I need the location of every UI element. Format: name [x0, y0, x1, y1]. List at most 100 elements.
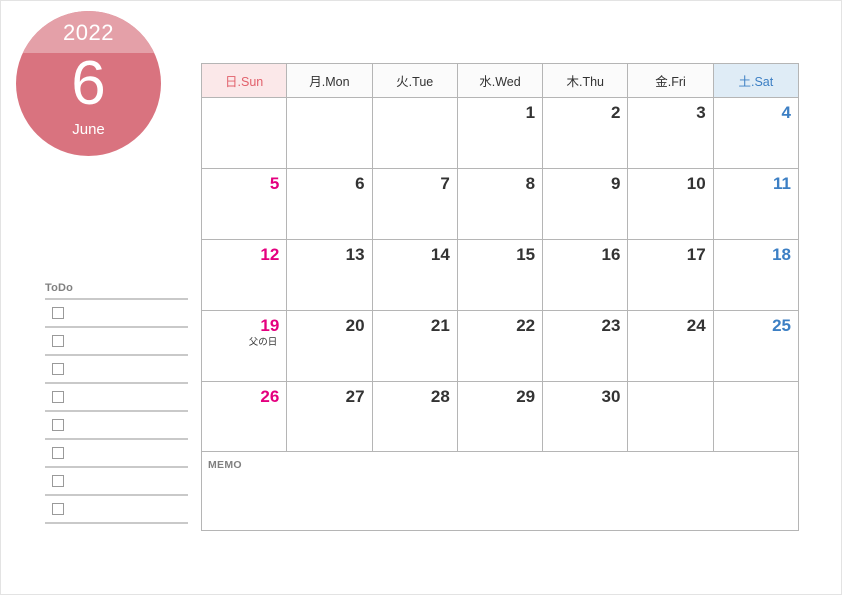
day-cell-10[interactable]: 10 — [627, 168, 714, 240]
day-cell-inner: 2 — [543, 98, 627, 168]
day-cell-5[interactable]: 5 — [200, 168, 288, 240]
day-cell-20[interactable]: 20 — [286, 310, 373, 382]
day-cell-22[interactable]: 22 — [456, 310, 544, 382]
day-number: 21 — [430, 316, 450, 335]
todo-checkbox[interactable] — [52, 419, 64, 431]
calendar-page: 2022 6 June ToDo 日.Sun 月.Mon 火.Tue 水.Wed 木.T… — [0, 0, 842, 595]
day-number: 6 — [355, 174, 365, 193]
day-cell-empty[interactable] — [371, 97, 458, 169]
badge-month-number: 6 — [71, 49, 106, 118]
todo-row[interactable] — [45, 468, 188, 494]
day-number: 2 — [610, 103, 621, 122]
todo-row[interactable] — [45, 384, 188, 410]
day-cell-11[interactable]: 11 — [712, 168, 800, 240]
day-cell-13[interactable]: 13 — [286, 239, 373, 311]
day-number: 28 — [430, 387, 450, 406]
day-cell-4[interactable]: 4 — [712, 97, 800, 169]
day-cell-inner: 10 — [628, 169, 712, 239]
day-cell-empty[interactable] — [712, 381, 800, 453]
day-cell-inner — [202, 98, 286, 168]
todo-row[interactable] — [45, 440, 188, 466]
day-cell-30[interactable]: 30 — [542, 381, 629, 453]
day-cell-inner: 14 — [373, 240, 457, 310]
calendar-week-row: 19 父の日 20 21 22 23 24 25 — [200, 310, 800, 382]
todo-row[interactable] — [45, 496, 188, 522]
day-cell-24[interactable]: 24 — [627, 310, 714, 382]
day-cell-16[interactable]: 16 — [542, 239, 629, 311]
day-cell-12[interactable]: 12 — [200, 239, 288, 311]
todo-row[interactable] — [45, 412, 188, 438]
weekday-header-weekday-3: 水.Wed — [456, 63, 544, 98]
day-note: 父の日 — [248, 337, 278, 348]
day-cell-inner: 22 — [458, 311, 542, 381]
day-cell-2[interactable]: 2 — [542, 97, 629, 169]
todo-checkbox[interactable] — [52, 391, 64, 403]
day-number: 29 — [516, 387, 536, 406]
day-cell-15[interactable]: 15 — [456, 239, 544, 311]
day-cell-1[interactable]: 1 — [456, 97, 544, 169]
day-cell-inner: 21 — [373, 311, 457, 381]
day-cell-empty[interactable] — [200, 97, 288, 169]
day-cell-inner: 4 — [714, 98, 798, 168]
todo-checkbox[interactable] — [52, 475, 64, 487]
todo-list — [45, 298, 188, 524]
day-cell-inner: 6 — [287, 169, 371, 239]
day-cell-8[interactable]: 8 — [456, 168, 544, 240]
day-cell-7[interactable]: 7 — [371, 168, 458, 240]
day-cell-inner: 19 父の日 — [202, 311, 286, 381]
day-cell-9[interactable]: 9 — [542, 168, 629, 240]
day-cell-empty[interactable] — [627, 381, 714, 453]
todo-checkbox[interactable] — [52, 503, 64, 515]
day-cell-23[interactable]: 23 — [542, 310, 629, 382]
day-cell-inner: 11 — [714, 169, 798, 239]
todo-checkbox[interactable] — [52, 307, 64, 319]
day-number: 13 — [345, 245, 365, 264]
day-cell-6[interactable]: 6 — [286, 168, 373, 240]
day-cell-14[interactable]: 14 — [371, 239, 458, 311]
day-cell-17[interactable]: 17 — [627, 239, 714, 311]
day-cell-inner: 17 — [628, 240, 712, 310]
day-cell-18[interactable]: 18 — [712, 239, 800, 311]
todo-checkbox[interactable] — [52, 363, 64, 375]
day-cell-inner: 30 — [543, 382, 627, 452]
todo-checkbox[interactable] — [52, 447, 64, 459]
weekday-header-weekday-1: 月.Mon — [286, 63, 373, 98]
todo-row[interactable] — [45, 328, 188, 354]
day-cell-25[interactable]: 25 — [712, 310, 800, 382]
day-number: 25 — [772, 316, 791, 335]
day-number: 20 — [345, 316, 365, 335]
day-cell-19[interactable]: 19 父の日 — [200, 310, 288, 382]
todo-row[interactable] — [45, 300, 188, 326]
day-cell-28[interactable]: 28 — [371, 381, 458, 453]
weekday-header-weekday-4: 木.Thu — [542, 63, 629, 98]
day-cell-inner: 24 — [628, 311, 712, 381]
day-cell-inner — [287, 98, 371, 168]
day-number: 4 — [781, 103, 791, 122]
day-number: 24 — [686, 316, 706, 335]
day-number: 19 — [260, 316, 280, 335]
badge-year: 2022 — [63, 20, 114, 45]
todo-row[interactable] — [45, 356, 188, 382]
day-cell-inner — [628, 382, 712, 452]
day-number: 3 — [696, 103, 706, 122]
badge-month-name: June — [72, 121, 105, 138]
day-cell-29[interactable]: 29 — [456, 381, 544, 453]
day-cell-inner: 23 — [543, 311, 627, 381]
calendar-table: 日.Sun 月.Mon 火.Tue 水.Wed 木.Thu 金.Fri 土.Sat 1234… — [200, 63, 800, 453]
todo-checkbox[interactable] — [52, 335, 64, 347]
day-cell-inner: 7 — [373, 169, 457, 239]
day-cell-27[interactable]: 27 — [286, 381, 373, 453]
day-cell-inner: 3 — [628, 98, 712, 168]
day-number: 15 — [516, 245, 536, 264]
day-number: 26 — [260, 387, 280, 406]
day-cell-inner: 1 — [458, 98, 542, 168]
day-cell-inner: 29 — [458, 382, 542, 452]
memo-box[interactable]: MEMO — [201, 451, 799, 531]
day-cell-inner: 27 — [287, 382, 371, 452]
day-cell-3[interactable]: 3 — [627, 97, 714, 169]
day-number: 18 — [772, 245, 791, 264]
calendar-week-row: 26 27 28 29 30 — [200, 381, 800, 453]
day-cell-21[interactable]: 21 — [371, 310, 458, 382]
day-cell-26[interactable]: 26 — [200, 381, 288, 453]
day-cell-empty[interactable] — [286, 97, 373, 169]
